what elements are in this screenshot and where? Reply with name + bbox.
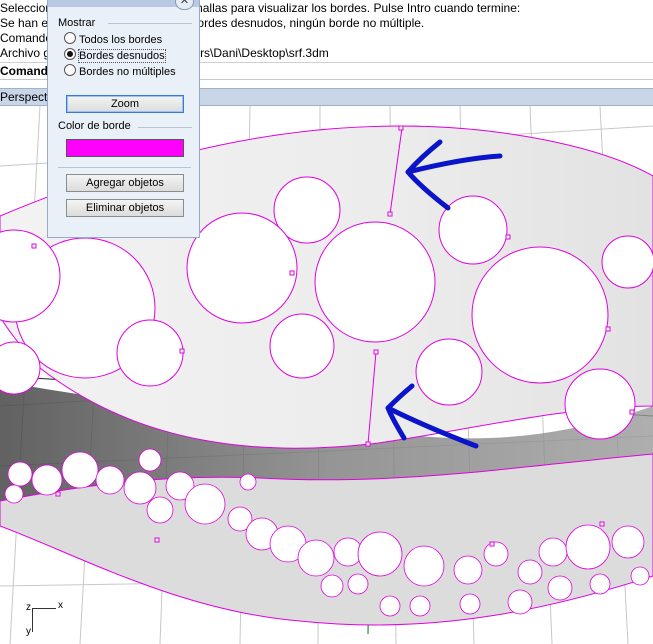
- axis-z-label: z: [26, 602, 31, 613]
- radio-naked-edges-label: Bordes desnudos: [78, 49, 166, 63]
- radio-non-manifold-edges[interactable]: Bordes no múltiples: [64, 64, 176, 78]
- radio-all-edges[interactable]: Todos los bordes: [64, 32, 162, 46]
- axis-y-label: y: [26, 626, 31, 637]
- remove-objects-button[interactable]: Eliminar objetos: [66, 199, 184, 217]
- radio-all-edges-label: Todos los bordes: [79, 34, 163, 46]
- zoom-button[interactable]: Zoom: [66, 95, 184, 113]
- radio-naked-edges-dot[interactable]: [64, 48, 76, 60]
- edge-analysis-dialog[interactable]: ✕ Mostrar Todos los bordes Bordes desnud…: [47, 0, 200, 238]
- close-icon[interactable]: ✕: [175, 0, 194, 10]
- radio-all-edges-dot[interactable]: [64, 32, 76, 44]
- command-line-3: Comando: [0, 31, 53, 45]
- show-group-divider: [108, 23, 192, 24]
- axis-x-label: x: [58, 600, 63, 611]
- edge-color-swatch[interactable]: [66, 139, 184, 157]
- radio-naked-edges[interactable]: Bordes desnudos: [64, 48, 166, 63]
- edge-color-label: Color de borde: [58, 120, 131, 132]
- add-objects-button[interactable]: Agregar objetos: [66, 174, 184, 192]
- radio-non-manifold-edges-dot[interactable]: [64, 64, 76, 76]
- axis-x-line: [32, 608, 56, 609]
- radio-non-manifold-edges-label: Bordes no múltiples: [79, 66, 176, 78]
- show-group-label: Mostrar: [58, 17, 96, 29]
- axis-y-line: [32, 608, 33, 632]
- dialog-divider: [58, 167, 191, 168]
- edge-color-divider: [138, 127, 192, 128]
